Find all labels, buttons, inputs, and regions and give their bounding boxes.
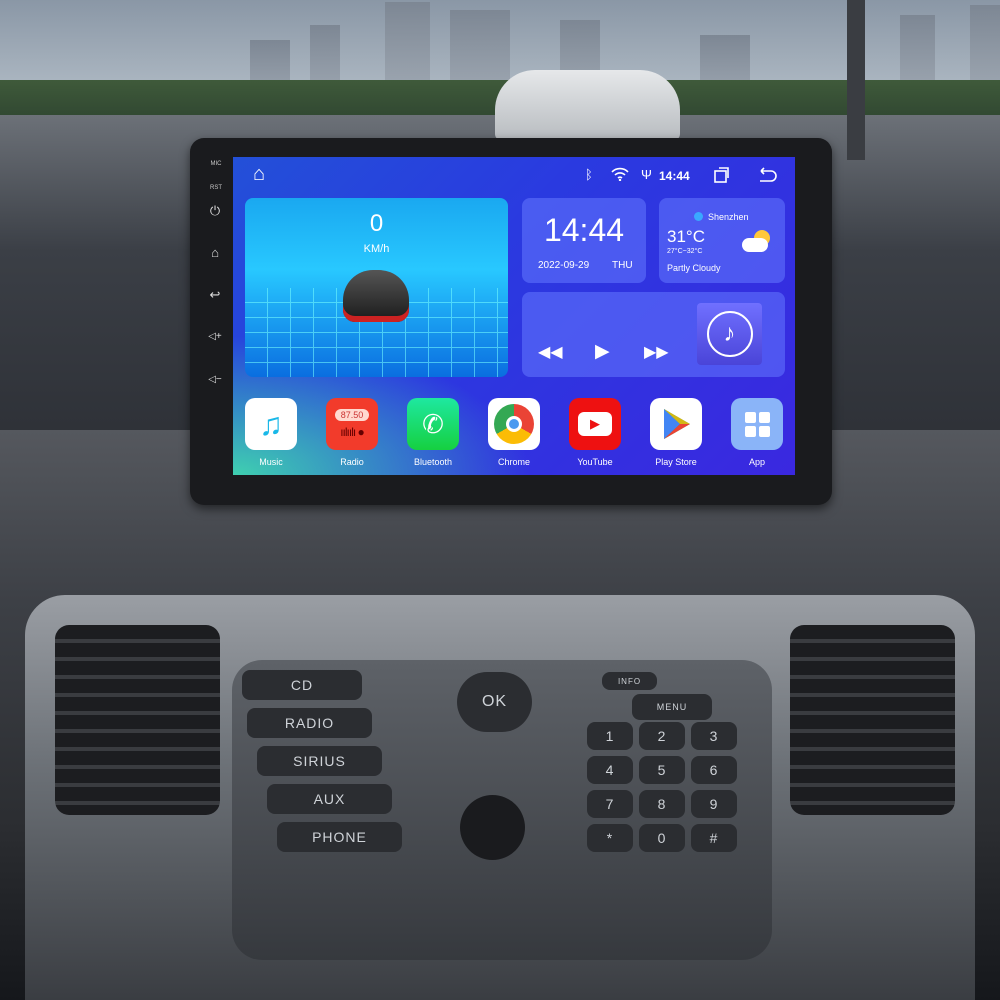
- volume-down-icon[interactable]: ◁−: [205, 374, 225, 385]
- car-image: [343, 270, 409, 322]
- wifi-icon: [611, 167, 629, 184]
- home-icon[interactable]: ⌂: [253, 163, 265, 186]
- app-chrome[interactable]: Chrome: [484, 398, 544, 467]
- info-button[interactable]: INFO: [602, 672, 657, 690]
- speed-value: 0: [369, 210, 384, 237]
- app-grid-icon: [731, 398, 783, 450]
- youtube-icon: ▶: [569, 398, 621, 450]
- lamp-post: [847, 0, 865, 160]
- weather-range: 27°C~32°C: [667, 248, 703, 255]
- right-air-vent: [790, 625, 955, 815]
- clock-weekday: THU: [612, 260, 633, 271]
- power-icon[interactable]: ⏻: [205, 203, 225, 219]
- rewind-icon[interactable]: ◀◀: [538, 342, 563, 362]
- back-icon[interactable]: [757, 166, 777, 187]
- music-icon: ♫: [245, 398, 297, 450]
- left-air-vent: [55, 625, 220, 815]
- background-car: [495, 70, 680, 140]
- app-drawer[interactable]: App: [727, 398, 787, 467]
- fast-forward-icon[interactable]: ▶▶: [644, 342, 669, 362]
- app-label: Radio: [340, 457, 364, 467]
- weather-condition: Partly Cloudy: [667, 263, 721, 273]
- bluetooth-phone-icon: ✆: [407, 398, 459, 450]
- play-store-icon: [650, 398, 702, 450]
- recent-apps-icon[interactable]: [713, 166, 731, 187]
- app-radio[interactable]: 87.50 ıılıılı ● Radio: [322, 398, 382, 467]
- keypad-key[interactable]: 3: [691, 722, 737, 750]
- speed-unit: KM/h: [363, 243, 390, 255]
- console-button-radio[interactable]: RADIO: [247, 708, 372, 738]
- radio-frequency: 87.50: [334, 409, 370, 421]
- weather-temperature: 31°C: [667, 227, 705, 246]
- volume-knob[interactable]: [460, 795, 525, 860]
- keypad-key[interactable]: 2: [639, 722, 685, 750]
- keypad-key[interactable]: *: [587, 824, 633, 852]
- keypad-key[interactable]: 0: [639, 824, 685, 852]
- location-icon: [694, 212, 703, 221]
- clock-widget[interactable]: 14:44 2022-09-29 THU: [522, 198, 646, 283]
- rst-label[interactable]: RST: [206, 185, 226, 191]
- back-icon[interactable]: ↩: [205, 287, 225, 303]
- app-play-store[interactable]: Play Store: [646, 398, 706, 467]
- app-bluetooth[interactable]: ✆ Bluetooth: [403, 398, 463, 467]
- keypad-key[interactable]: 4: [587, 756, 633, 784]
- app-music[interactable]: ♫ Music: [241, 398, 301, 467]
- volume-up-icon[interactable]: ◁+: [205, 331, 225, 342]
- radio-control-panel: CD RADIO SIRIUS AUX PHONE OK INFO MENU 1…: [232, 660, 772, 960]
- app-label: YouTube: [577, 457, 613, 467]
- app-label: Bluetooth: [413, 457, 453, 467]
- console-button-phone[interactable]: PHONE: [277, 822, 402, 852]
- home-icon[interactable]: ⌂: [205, 245, 225, 260]
- keypad: 1 2 3 4 5 6 7 8 9 * 0 #: [587, 722, 737, 852]
- keypad-key[interactable]: 9: [691, 790, 737, 818]
- console-button-aux[interactable]: AUX: [267, 784, 392, 814]
- play-icon[interactable]: ▶: [595, 340, 610, 363]
- console-button-cd[interactable]: CD: [242, 670, 362, 700]
- keypad-key[interactable]: 5: [639, 756, 685, 784]
- chrome-icon: [488, 398, 540, 450]
- radio-icon: 87.50 ıılıılı ●: [326, 398, 378, 450]
- keypad-key[interactable]: 6: [691, 756, 737, 784]
- keypad-key[interactable]: 1: [587, 722, 633, 750]
- keypad-key[interactable]: 7: [587, 790, 633, 818]
- usb-icon: Ψ: [641, 167, 652, 182]
- app-youtube[interactable]: ▶ YouTube: [565, 398, 625, 467]
- bluetooth-icon: ᛒ: [585, 167, 593, 182]
- music-note-icon: ♪: [706, 311, 753, 357]
- app-label: App: [748, 457, 765, 467]
- menu-button[interactable]: MENU: [632, 694, 712, 720]
- console-button-sirius[interactable]: SIRIUS: [257, 746, 382, 776]
- clock-time: 14:44: [543, 212, 625, 248]
- weather-city: Shenzhen: [708, 212, 749, 222]
- keypad-key[interactable]: 8: [639, 790, 685, 818]
- media-widget[interactable]: ◀◀ ▶ ▶▶ ♪: [522, 292, 785, 377]
- mic-label: MIC: [210, 161, 222, 167]
- clock-date: 2022-09-29: [538, 260, 590, 271]
- partly-cloudy-icon: [742, 230, 772, 252]
- app-label: Play Store: [655, 457, 697, 467]
- weather-widget[interactable]: Shenzhen 31°C 27°C~32°C Partly Cloudy: [659, 198, 785, 283]
- app-label: Music: [259, 457, 283, 467]
- speed-widget[interactable]: 0 KM/h: [245, 198, 508, 377]
- app-label: Chrome: [497, 457, 530, 467]
- album-art: ♪: [697, 303, 762, 365]
- status-time: 14:44: [659, 169, 690, 183]
- ok-knob[interactable]: OK: [457, 672, 532, 732]
- keypad-key[interactable]: #: [691, 824, 737, 852]
